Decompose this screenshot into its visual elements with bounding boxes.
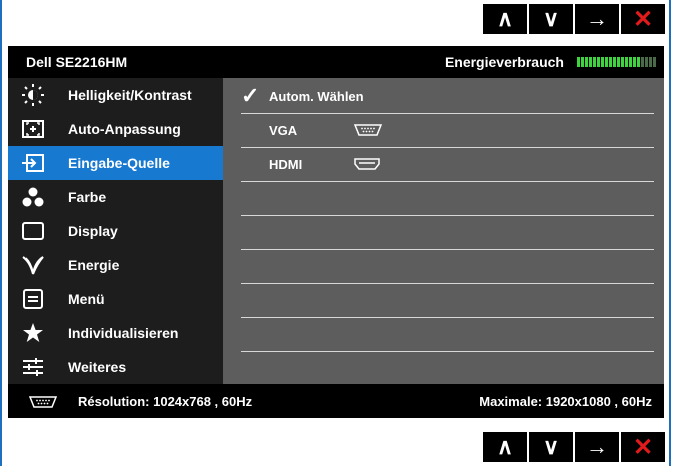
vga-connector-icon <box>28 396 58 411</box>
osd-footer: Résolution: 1024x768 , 60Hz Maximale: 19… <box>8 384 664 418</box>
empty-row <box>241 250 654 284</box>
vga-connector-icon <box>353 124 383 139</box>
menu-item-label: Eingabe-Quelle <box>68 155 170 171</box>
current-resolution: Résolution: 1024x768 , 60Hz <box>78 394 253 409</box>
empty-row <box>241 182 654 216</box>
energy-icon <box>22 254 44 276</box>
energy-meter-segment <box>621 57 624 67</box>
up-button[interactable]: ∧ <box>483 4 527 34</box>
menu-item-label: Auto-Anpassung <box>68 121 181 137</box>
energy-meter-segment <box>633 57 636 67</box>
menu-sidebar: Helligkeit/Kontrast Auto-Anpassung Einga… <box>8 78 223 384</box>
input-source-icon <box>22 152 44 174</box>
maximum-resolution: Maximale: 1920x1080 , 60Hz <box>479 394 652 409</box>
display-icon <box>22 220 44 242</box>
down-button[interactable]: ∨ <box>529 432 573 462</box>
menu-icon <box>22 288 44 310</box>
osd-buttons-top: ∧ ∨ → ✕ <box>483 4 665 34</box>
menu-item-input-source[interactable]: Eingabe-Quelle <box>8 146 223 180</box>
brightness-icon <box>22 84 44 106</box>
menu-item-auto-adjust[interactable]: Auto-Anpassung <box>8 112 223 146</box>
energy-meter-segment <box>605 57 608 67</box>
menu-item-label: Weiteres <box>68 359 127 375</box>
hdmi-connector-icon <box>353 158 381 173</box>
menu-item-personalize[interactable]: Individualisieren <box>8 316 223 350</box>
energy-meter-segment <box>653 57 656 67</box>
energy-meter-segment <box>585 57 588 67</box>
energy-meter-segment <box>637 57 640 67</box>
menu-item-color[interactable]: Farbe <box>8 180 223 214</box>
osd-menu: Dell SE2216HM Energieverbrauch Helligkei… <box>8 46 664 418</box>
monitor-model: Dell SE2216HM <box>26 54 128 70</box>
energy-meter-segment <box>645 57 648 67</box>
option-vga[interactable]: VGA <box>241 114 654 148</box>
energy-meter-segment <box>589 57 592 67</box>
energy-label: Energieverbrauch <box>444 54 564 70</box>
energy-meter-segment <box>625 57 628 67</box>
menu-item-label: Display <box>68 223 118 239</box>
up-button[interactable]: ∧ <box>483 432 527 462</box>
menu-item-label: Helligkeit/Kontrast <box>68 87 192 103</box>
energy-meter-segment <box>593 57 596 67</box>
energy-meter-segment <box>629 57 632 67</box>
energy-meter-segment <box>601 57 604 67</box>
enter-button[interactable]: → <box>575 432 619 462</box>
option-label: Autom. Wählen <box>269 89 364 104</box>
menu-item-energy[interactable]: Energie <box>8 248 223 282</box>
input-source-panel: ✓ Autom. Wählen VGA HDMI <box>223 78 664 384</box>
menu-item-others[interactable]: Weiteres <box>8 350 223 384</box>
auto-adjust-icon <box>22 118 44 140</box>
option-label: HDMI <box>269 157 303 172</box>
energy-meter <box>577 57 656 67</box>
menu-item-label: Menü <box>68 291 105 307</box>
menu-item-brightness-contrast[interactable]: Helligkeit/Kontrast <box>8 78 223 112</box>
energy-meter-segment <box>577 57 580 67</box>
menu-item-label: Individualisieren <box>68 325 179 341</box>
empty-row <box>241 318 654 352</box>
star-icon <box>22 322 44 344</box>
color-icon <box>22 186 44 208</box>
option-label: VGA <box>269 123 298 138</box>
option-hdmi[interactable]: HDMI <box>241 148 654 182</box>
menu-item-menu[interactable]: Menü <box>8 282 223 316</box>
energy-meter-segment <box>617 57 620 67</box>
others-icon <box>22 356 44 378</box>
energy-meter-segment <box>641 57 644 67</box>
osd-buttons-bottom: ∧ ∨ → ✕ <box>483 432 665 462</box>
empty-row <box>241 284 654 318</box>
empty-row <box>241 216 654 250</box>
checkmark-icon: ✓ <box>241 83 260 108</box>
exit-button[interactable]: ✕ <box>621 4 665 34</box>
menu-item-display[interactable]: Display <box>8 214 223 248</box>
enter-button[interactable]: → <box>575 4 619 34</box>
energy-meter-segment <box>609 57 612 67</box>
energy-meter-segment <box>597 57 600 67</box>
menu-item-label: Energie <box>68 257 120 273</box>
menu-item-label: Farbe <box>68 189 107 205</box>
exit-button[interactable]: ✕ <box>621 432 665 462</box>
energy-meter-segment <box>649 57 652 67</box>
osd-header: Dell SE2216HM Energieverbrauch <box>8 46 664 78</box>
energy-meter-segment <box>613 57 616 67</box>
option-auto-select[interactable]: ✓ Autom. Wählen <box>241 80 654 114</box>
energy-meter-segment <box>581 57 584 67</box>
down-button[interactable]: ∨ <box>529 4 573 34</box>
